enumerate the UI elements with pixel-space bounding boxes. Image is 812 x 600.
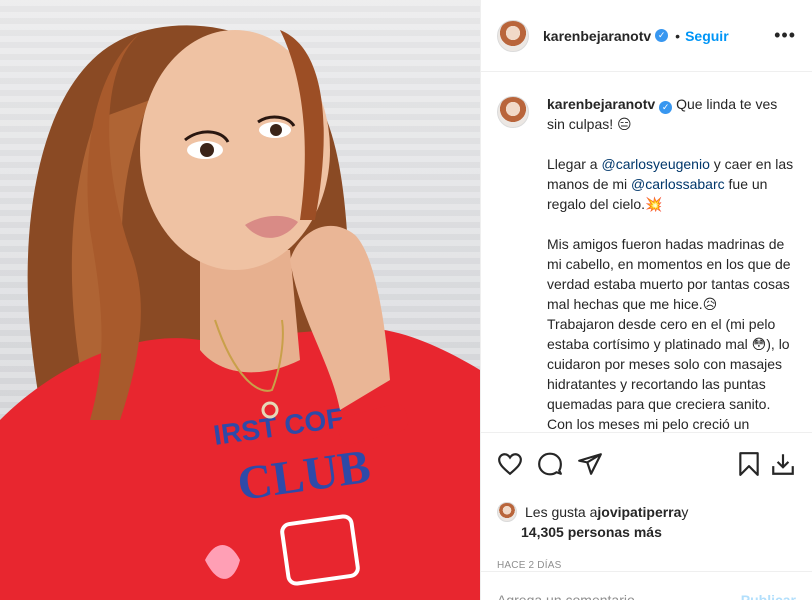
caption-para-4: Trabajaron desde cero en el (mi pelo est… [547, 316, 790, 412]
verified-badge-icon: ✓ [655, 29, 669, 42]
comment-icon[interactable] [537, 451, 563, 477]
caption-para-2a: Llegar a [547, 156, 602, 172]
caption-para-3: Mis amigos fueron hadas madrinas de mi c… [547, 236, 791, 312]
more-options-icon[interactable]: ••• [774, 25, 796, 46]
post-photo[interactable]: IRST COF CLUB [0, 0, 480, 600]
heart-icon[interactable] [497, 451, 523, 477]
mention-link-2[interactable]: @carlossabarc [631, 176, 725, 192]
caption-area: karenbejaranotv ✓ Que linda te ves sin cu… [481, 72, 812, 432]
download-icon[interactable] [770, 451, 796, 477]
follow-button[interactable]: Seguir [685, 28, 729, 44]
publish-button[interactable]: Publicar [741, 592, 796, 600]
likes-joiner: y [681, 504, 689, 520]
mention-link-1[interactable]: @carlosyeugenio [601, 156, 709, 172]
share-icon[interactable] [577, 451, 603, 477]
post-side-panel: karenbejaranotv ✓ • Seguir ••• karenbeja… [480, 0, 812, 600]
action-bar [481, 432, 812, 494]
likes-others[interactable]: 14,305 personas más [481, 524, 812, 548]
header-username[interactable]: karenbejaranotv [543, 28, 651, 44]
likes-prefix: Les gusta a [525, 504, 598, 520]
caption-text: karenbejaranotv ✓ Que linda te ves sin cu… [547, 94, 796, 432]
post-modal: IRST COF CLUB karenbejaranotv ✓ • Seguir… [0, 0, 812, 600]
bookmark-icon[interactable] [736, 451, 762, 477]
verified-badge-icon: ✓ [659, 101, 673, 114]
comment-bar: Publicar [481, 571, 812, 600]
separator-dot: • [675, 27, 681, 44]
timestamp[interactable]: HACE 2 DÍAS [481, 560, 812, 571]
liker-username[interactable]: jovipatiperra [597, 504, 681, 520]
caption-username[interactable]: karenbejaranotv [547, 96, 655, 112]
caption-avatar[interactable] [497, 96, 529, 128]
comment-input[interactable] [497, 591, 741, 600]
post-header: karenbejaranotv ✓ • Seguir ••• [481, 0, 812, 72]
caption-para-5: Con los meses mi pelo creció un montón, … [547, 416, 750, 432]
portrait-illustration: IRST COF CLUB [0, 25, 480, 600]
liker-avatar[interactable] [497, 502, 517, 522]
avatar[interactable] [497, 19, 529, 52]
